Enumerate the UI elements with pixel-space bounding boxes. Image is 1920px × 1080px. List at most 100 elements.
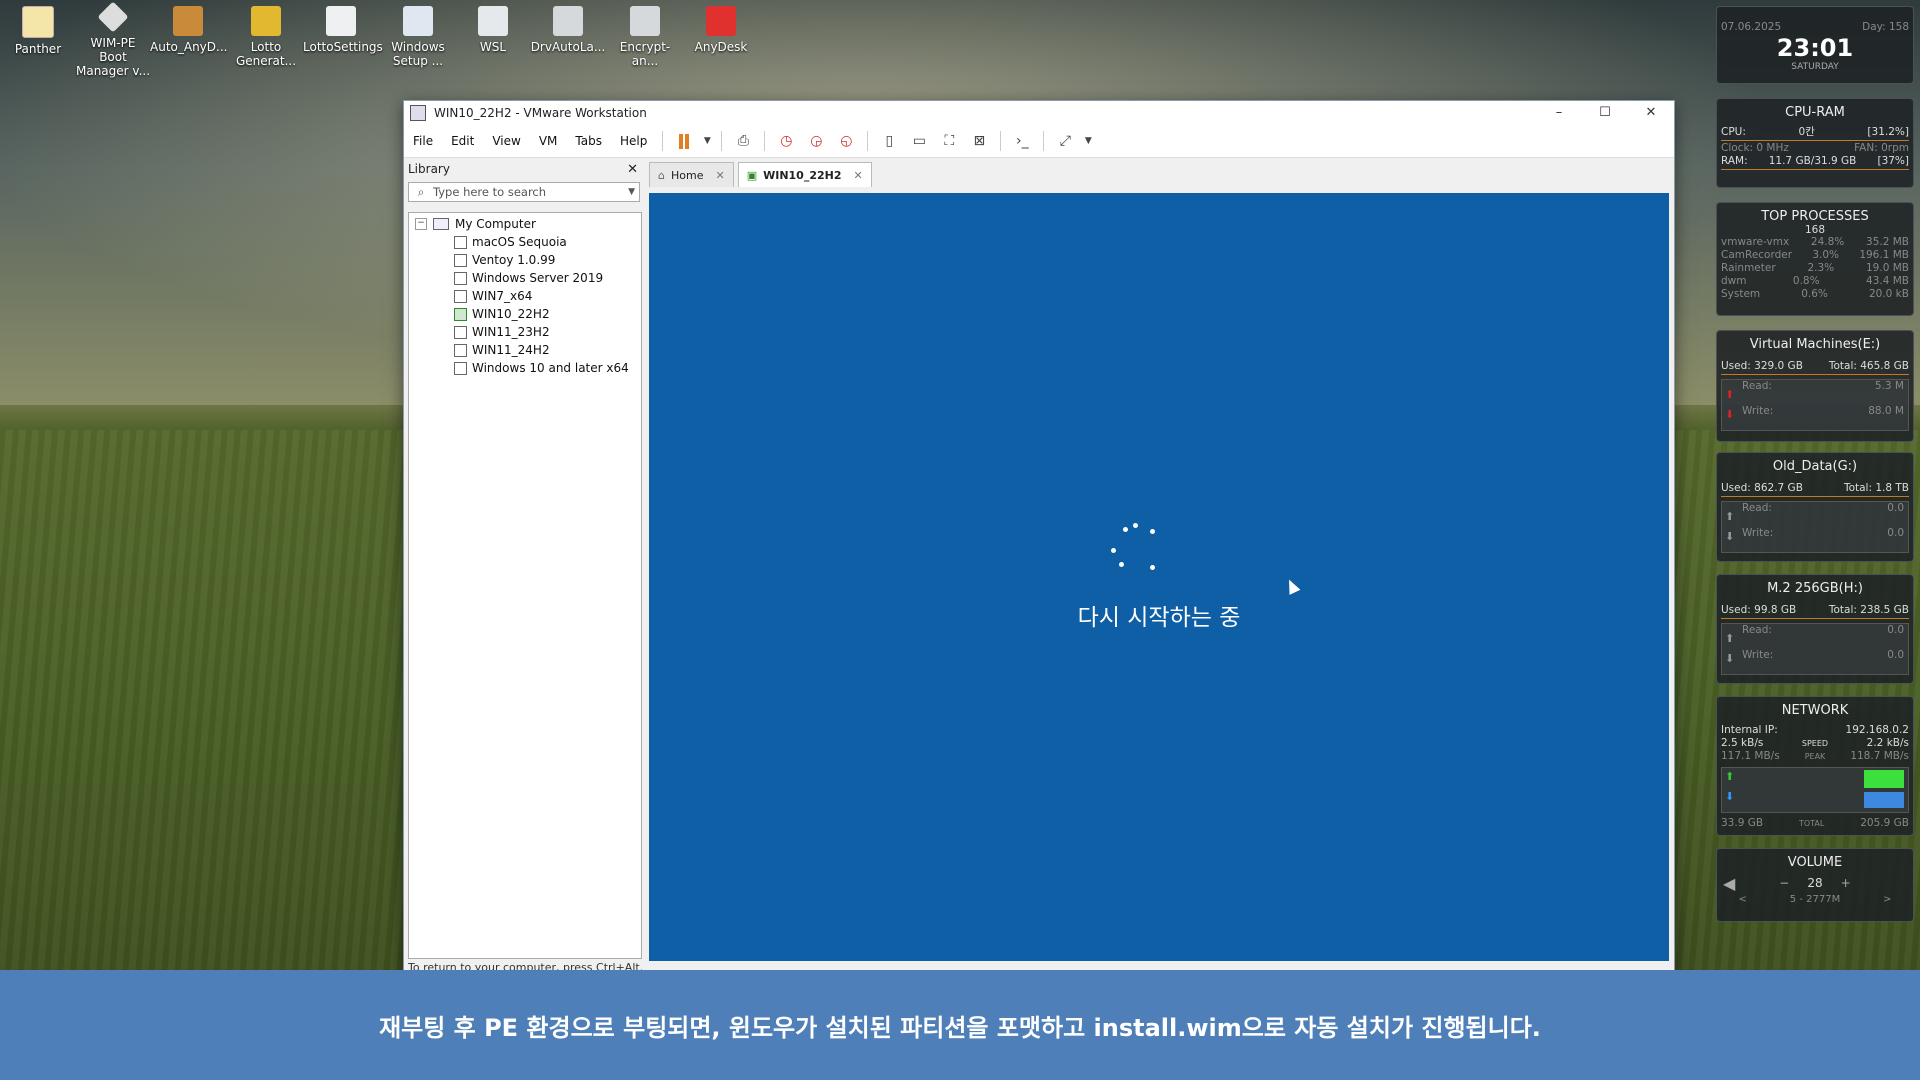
disk-activity-graph: Read: 5.3 M Write: 88.0 M ⬆ ⬇: [1721, 379, 1909, 431]
ram-percent: [37%]: [1877, 155, 1909, 167]
volume-up-button[interactable]: +: [1841, 876, 1851, 890]
disk-usage-bar: [1721, 374, 1909, 375]
gadget-title: M.2 256GB(H:): [1767, 581, 1863, 596]
tree-item-vm[interactable]: macOS Sequoia: [409, 233, 641, 251]
disk-used: Used: 99.8 GB: [1721, 604, 1797, 616]
full-screen-icon[interactable]: ⛶: [937, 130, 961, 152]
desktop-icon-anydesk[interactable]: AnyDesk: [683, 6, 759, 54]
disk-usage-bar: [1721, 618, 1909, 619]
toolbar-separator: [721, 131, 723, 151]
window-titlebar[interactable]: WIN10_22H2 - VMware Workstation – ☐ ✕: [404, 101, 1674, 125]
speaker-icon[interactable]: ◀: [1723, 874, 1735, 893]
prev-device-button[interactable]: <: [1738, 894, 1746, 905]
window-title: WIN10_22H2 - VMware Workstation: [434, 106, 647, 120]
thumbnail-bar-icon[interactable]: ▭: [907, 130, 931, 152]
desktop-icon-windows-setup[interactable]: Windows Setup ...: [380, 6, 456, 68]
arrow-down-icon: ⬇: [1725, 530, 1735, 543]
volume-down-button[interactable]: −: [1779, 876, 1789, 890]
arrow-up-icon: ⬆: [1725, 510, 1735, 523]
send-ctrl-alt-del-icon[interactable]: ⎙: [731, 130, 755, 152]
menu-vm[interactable]: VM: [530, 134, 567, 148]
disk-write-value: 0.0: [1887, 649, 1904, 661]
desktop-icon-encrypt[interactable]: Encrypt-an...: [607, 6, 683, 68]
tab-close-icon[interactable]: ✕: [715, 169, 724, 182]
tree-item-vm[interactable]: WIN7_x64: [409, 287, 641, 305]
desktop-icon-lotto-generator[interactable]: Lotto Generat...: [228, 6, 304, 68]
menu-view[interactable]: View: [483, 134, 529, 148]
speed-label: SPEED: [1801, 739, 1829, 748]
tree-item-vm[interactable]: Windows Server 2019: [409, 269, 641, 287]
cpu-value: 0칸: [1798, 126, 1815, 138]
gear-file-icon: [630, 6, 660, 36]
show-library-icon[interactable]: ▯: [877, 130, 901, 152]
arrow-down-icon: ⬇: [1725, 790, 1735, 803]
desktop-icon-lotto-settings[interactable]: LottoSettings: [303, 6, 383, 54]
snapshot-manager-icon[interactable]: ◵: [834, 130, 858, 152]
snapshot-icon[interactable]: ◷: [774, 130, 798, 152]
menu-help[interactable]: Help: [611, 134, 656, 148]
gadget-title: Virtual Machines(E:): [1749, 337, 1881, 352]
tab-close-icon[interactable]: ✕: [854, 169, 863, 182]
desktop-icon-label: Panther: [14, 42, 62, 56]
tree-item-vm[interactable]: WIN11_23H2: [409, 323, 641, 341]
download-meter: [1864, 792, 1904, 808]
desktop-icon-label: Auto_AnyD...: [150, 40, 228, 54]
disk-write-value: 88.0 M: [1868, 405, 1904, 417]
menu-file[interactable]: File: [404, 134, 442, 148]
desktop-icon-wimpe[interactable]: WIM-PE Boot Manager v...: [75, 1, 151, 78]
peak-label: PEAK: [1804, 752, 1826, 761]
desktop-icon-label: DrvAutoLa...: [530, 40, 606, 54]
cpu-percent: [31.2%]: [1867, 126, 1909, 138]
next-device-button[interactable]: >: [1883, 894, 1891, 905]
desktop-icon-auto-anydesk[interactable]: Auto_AnyD...: [150, 6, 228, 54]
tree-item-vm-running[interactable]: WIN10_22H2: [409, 305, 641, 323]
maximize-button[interactable]: ☐: [1582, 101, 1628, 125]
vm-icon: [454, 325, 467, 339]
menu-tabs[interactable]: Tabs: [566, 134, 611, 148]
tree-item-label: My Computer: [455, 217, 536, 231]
menu-edit[interactable]: Edit: [442, 134, 483, 148]
tab-home[interactable]: ⌂ Home ✕: [649, 162, 734, 187]
console-view-icon[interactable]: ›_: [1010, 130, 1034, 152]
tree-item-vm[interactable]: WIN11_24H2: [409, 341, 641, 359]
tab-label: WIN10_22H2: [763, 168, 842, 182]
vm-running-icon: [454, 307, 467, 321]
revert-snapshot-icon[interactable]: ◶: [804, 130, 828, 152]
unity-icon[interactable]: ⊠: [967, 130, 991, 152]
tree-item-label: Windows Server 2019: [472, 271, 604, 285]
tab-win10-22h2[interactable]: ▣ WIN10_22H2 ✕: [737, 162, 872, 187]
stretch-dropdown-icon[interactable]: ▼: [1083, 130, 1093, 152]
process-name: Rainmeter: [1721, 262, 1776, 274]
process-row: vmware-vmx 24.8% 35.2 MB: [1717, 236, 1913, 249]
tree-item-vm[interactable]: Windows 10 and later x64: [409, 359, 641, 377]
vm-console-screen[interactable]: 다시 시작하는 중: [649, 193, 1669, 961]
disk-write-label: Write:: [1742, 405, 1774, 417]
process-row: System 0.6% 20.0 kB: [1717, 288, 1913, 301]
tree-item-vm[interactable]: Ventoy 1.0.99: [409, 251, 641, 269]
minimize-button[interactable]: –: [1536, 101, 1582, 125]
close-button[interactable]: ✕: [1628, 101, 1674, 125]
collapse-icon[interactable]: −: [415, 218, 427, 230]
pause-dropdown-icon[interactable]: ▼: [702, 130, 712, 152]
library-search-input[interactable]: ⌕ Type here to search ▼: [408, 182, 640, 202]
pause-button[interactable]: [672, 130, 696, 152]
chevron-down-icon[interactable]: ▼: [628, 187, 635, 197]
desktop-icon-drvautoload[interactable]: DrvAutoLa...: [530, 6, 606, 54]
upload-total: 33.9 GB: [1721, 817, 1764, 829]
video-subtitle: 재부팅 후 PE 환경으로 부팅되면, 윈도우가 설치된 파티션을 포맷하고 i…: [0, 970, 1920, 1080]
desktop-icon-wsl[interactable]: WSL: [455, 6, 531, 54]
library-close-icon[interactable]: ✕: [627, 162, 638, 177]
process-mem: 19.0 MB: [1866, 262, 1909, 274]
process-row: Rainmeter 2.3% 19.0 MB: [1717, 262, 1913, 275]
vm-icon: [454, 235, 467, 249]
vm-icon: [454, 343, 467, 357]
tree-item-my-computer[interactable]: − My Computer: [409, 215, 641, 233]
vm-status-text: 다시 시작하는 중: [1077, 605, 1241, 631]
cpu-label: CPU:: [1721, 126, 1746, 138]
stretch-guest-icon[interactable]: ⤢: [1053, 130, 1077, 152]
gadget-title: VOLUME: [1787, 855, 1843, 870]
fan-speed: FAN: 0rpm: [1854, 142, 1909, 154]
desktop-icon-panther[interactable]: Panther: [0, 6, 76, 56]
volume-gadget: VOLUME ◀ − 28 + < 5 - 2777M >: [1716, 848, 1914, 922]
clock-weekday: SATURDAY: [1791, 62, 1839, 72]
